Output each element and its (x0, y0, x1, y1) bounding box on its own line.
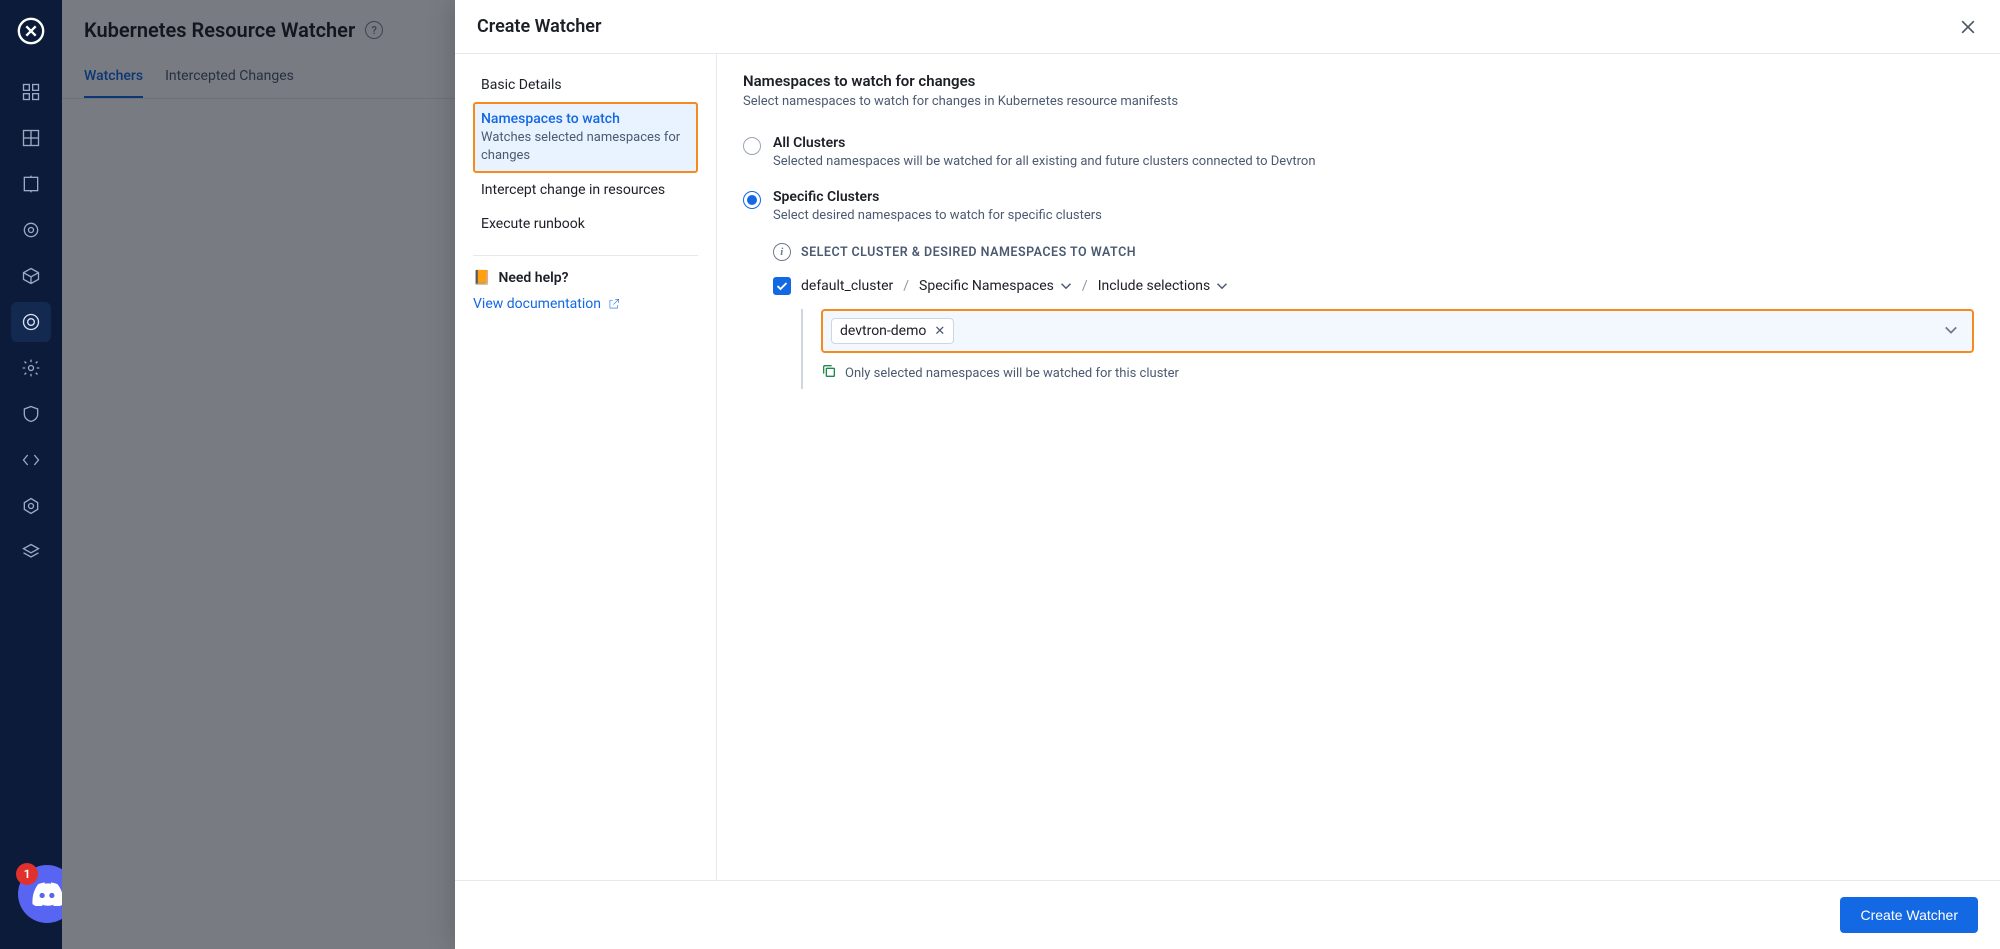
nav-resource-watcher-icon[interactable] (11, 302, 51, 342)
namespace-mode-dropdown[interactable]: Specific Namespaces (919, 278, 1072, 294)
nav-code-icon[interactable] (11, 440, 51, 480)
create-watcher-button[interactable]: Create Watcher (1840, 897, 1978, 933)
namespace-multiselect[interactable]: devtron-demo ✕ (821, 309, 1974, 353)
wizard-sidebar: Basic Details Namespaces to watch Watche… (455, 54, 717, 880)
radio-all-clusters-label: All Clusters (773, 135, 1316, 151)
close-icon[interactable] (1958, 17, 1978, 37)
copy-check-icon (821, 363, 837, 383)
nav-cube-icon[interactable] (11, 256, 51, 296)
include-mode-dropdown[interactable]: Include selections (1098, 278, 1229, 294)
radio-specific-clusters-label: Specific Clusters (773, 189, 1102, 205)
info-icon: i (773, 243, 791, 261)
panel-main: Namespaces to watch for changes Select n… (717, 54, 2000, 880)
nav-apps-icon[interactable] (11, 72, 51, 112)
create-watcher-panel: Create Watcher Basic Details Namespaces … (455, 0, 2000, 949)
nav-gear-icon[interactable] (11, 348, 51, 388)
chevron-down-icon[interactable] (1938, 323, 1964, 339)
cluster-instruction: i SELECT CLUSTER & DESIRED NAMESPACES TO… (773, 243, 1974, 261)
cluster-row: default_cluster / Specific Namespaces / … (773, 277, 1974, 295)
radio-all-clusters[interactable] (743, 137, 761, 155)
panel-footer: Create Watcher (455, 880, 2000, 949)
radio-specific-clusters[interactable] (743, 191, 761, 209)
side-item-basic-details[interactable]: Basic Details (473, 68, 698, 102)
view-documentation-link[interactable]: View documentation (473, 296, 621, 312)
cluster-scope-radio-group: All Clusters Selected namespaces will be… (743, 129, 1974, 237)
nav-layers-icon[interactable] (11, 532, 51, 572)
nav-extension-icon[interactable] (11, 164, 51, 204)
remove-tag-icon[interactable]: ✕ (934, 324, 945, 339)
nav-settings-alt-icon[interactable] (11, 486, 51, 526)
discord-badge-count: 1 (16, 863, 38, 885)
nav-shield-icon[interactable] (11, 394, 51, 434)
namespace-hint: Only selected namespaces will be watched… (821, 363, 1974, 383)
sidebar-divider (473, 255, 698, 256)
nav-target-icon[interactable] (11, 210, 51, 250)
side-item-intercept-change[interactable]: Intercept change in resources (473, 173, 698, 207)
cluster-name: default_cluster (801, 278, 893, 294)
left-nav-rail: 1 (0, 0, 62, 949)
side-item-namespaces-to-watch[interactable]: Namespaces to watch Watches selected nam… (473, 102, 698, 173)
panel-title: Create Watcher (477, 16, 601, 37)
devtron-logo (14, 14, 48, 48)
nav-grid-icon[interactable] (11, 118, 51, 158)
section-subtitle: Select namespaces to watch for changes i… (743, 94, 1974, 109)
cluster-checkbox[interactable] (773, 277, 791, 295)
namespace-tag: devtron-demo ✕ (831, 318, 954, 344)
book-icon: 📙 (473, 270, 490, 286)
side-item-execute-runbook[interactable]: Execute runbook (473, 207, 698, 241)
need-help-label: 📙 Need help? (473, 270, 698, 286)
section-title: Namespaces to watch for changes (743, 72, 1974, 90)
